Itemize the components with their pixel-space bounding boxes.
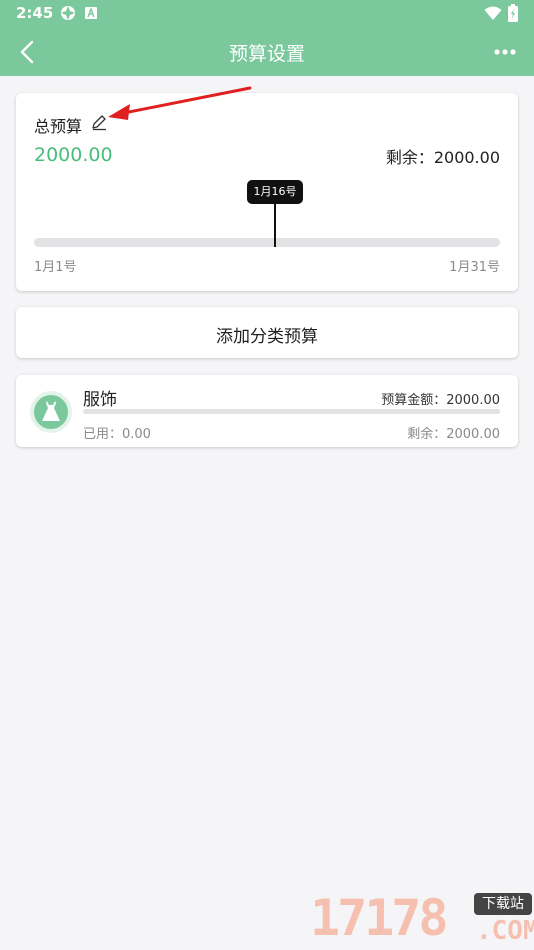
total-budget-card: 总预算 2000.00 剩余：2000.00 1月16号 1月1号 1月31号 bbox=[16, 93, 518, 291]
more-options-icon[interactable] bbox=[492, 41, 518, 63]
app-bar: 预算设置 bbox=[0, 28, 534, 76]
category-progress-track bbox=[83, 409, 500, 414]
month-start-date: 1月1号 bbox=[34, 260, 77, 275]
category-name: 服饰 bbox=[83, 390, 117, 410]
wifi-icon bbox=[484, 6, 502, 20]
watermark-number: 17178 bbox=[310, 889, 449, 947]
add-category-budget-button[interactable]: 添加分类预算 bbox=[16, 307, 518, 358]
category-used-amount: 已用：0.00 bbox=[83, 427, 151, 442]
notification-a-icon bbox=[85, 7, 97, 19]
watermark-logo: 17178 下载站 .COM bbox=[310, 889, 534, 950]
total-budget-label: 总预算 bbox=[34, 117, 83, 136]
status-bar: 2:45 bbox=[0, 0, 534, 28]
watermark-suffix: .COM bbox=[476, 916, 534, 946]
month-end-date: 1月31号 bbox=[449, 260, 500, 275]
month-progress-track bbox=[34, 238, 500, 247]
total-budget-amount: 2000.00 bbox=[34, 144, 113, 166]
page-title: 预算设置 bbox=[228, 43, 305, 65]
status-time: 2:45 bbox=[16, 4, 54, 22]
total-budget-remaining: 剩余：2000.00 bbox=[385, 148, 500, 167]
category-remaining-amount: 剩余：2000.00 bbox=[407, 427, 500, 442]
sync-icon bbox=[61, 6, 75, 20]
today-marker-line bbox=[274, 203, 276, 247]
add-category-budget-label: 添加分类预算 bbox=[216, 327, 318, 347]
dress-icon bbox=[30, 391, 72, 433]
battery-icon bbox=[508, 4, 518, 22]
category-budget-item[interactable]: 服饰 预算金额：2000.00 已用：0.00 剩余：2000.00 bbox=[16, 375, 518, 447]
watermark-badge: 下载站 bbox=[474, 893, 532, 915]
today-marker: 1月16号 bbox=[247, 180, 303, 204]
edit-pencil-icon[interactable] bbox=[90, 113, 108, 131]
category-budget-amount: 预算金额：2000.00 bbox=[381, 393, 500, 408]
